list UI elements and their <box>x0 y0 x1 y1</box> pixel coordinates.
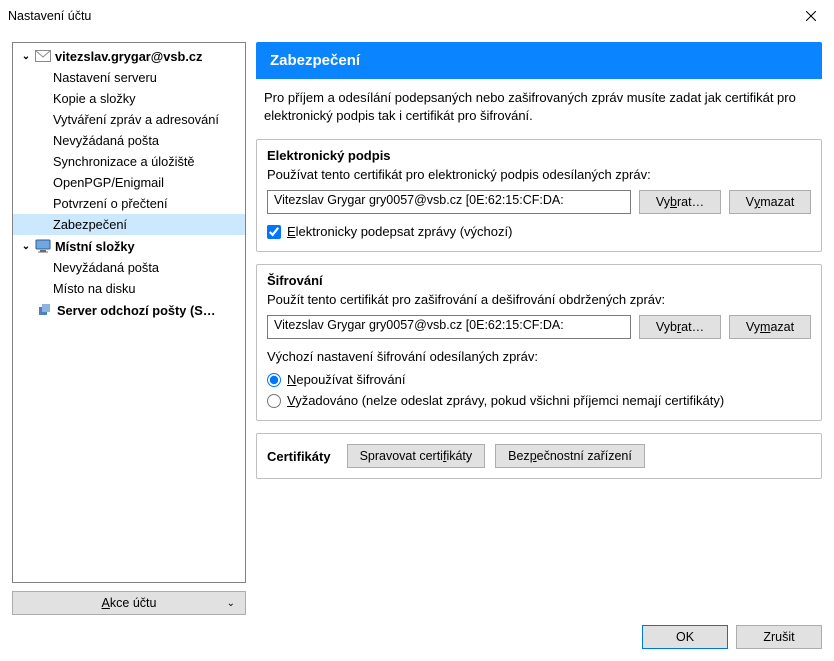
ok-button[interactable]: OK <box>642 625 728 649</box>
encryption-desc: Použít tento certifikát pro zašifrování … <box>267 292 811 307</box>
signing-default-checkbox[interactable] <box>267 225 281 239</box>
sidebar-item-security[interactable]: Zabezpečení <box>13 214 245 235</box>
outgoing-label: Server odchozí pošty (S… <box>57 303 216 318</box>
account-label: vitezslav.grygar@vsb.cz <box>55 49 202 64</box>
encryption-radio-none-row: Nepoužívat šifrování <box>267 372 811 387</box>
account-actions-label: Akce účtu <box>102 596 157 610</box>
account-node-vitezslav[interactable]: ⌄ vitezslav.grygar@vsb.cz <box>13 45 245 67</box>
sidebar-item-local-junk[interactable]: Nevyžádaná pošta <box>13 257 245 278</box>
encryption-radio-none-label: Nepoužívat šifrování <box>287 372 406 387</box>
dialog-footer: OK Zrušit <box>0 617 834 661</box>
signing-cert-field[interactable]: Vitezslav Grygar gry0057@vsb.cz [0E:62:1… <box>267 190 631 214</box>
close-button[interactable] <box>788 0 834 32</box>
sidebar-item-copies-folders[interactable]: Kopie a složky <box>13 88 245 109</box>
sidebar-item-receipts[interactable]: Potvrzení o přečtení <box>13 193 245 214</box>
twisty-icon: ⌄ <box>21 51 31 62</box>
signing-default-label: Elektronicky podepsat zprávy (výchozí) <box>287 224 512 239</box>
sidebar-item-openpgp[interactable]: OpenPGP/Enigmail <box>13 172 245 193</box>
encryption-heading: Šifrování <box>267 273 811 288</box>
account-node-local[interactable]: ⌄ Místní složky <box>13 235 245 257</box>
encryption-cert-field[interactable]: Vitezslav Grygar gry0057@vsb.cz [0E:62:1… <box>267 315 631 339</box>
signing-select-button[interactable]: Vybrat… <box>639 190 721 214</box>
encryption-group: Šifrování Použít tento certifikát pro za… <box>256 264 822 421</box>
signing-cert-row: Vitezslav Grygar gry0057@vsb.cz [0E:62:1… <box>267 190 811 214</box>
encryption-clear-button[interactable]: Vymazat <box>729 315 811 339</box>
encryption-default-label: Výchozí nastavení šifrování odesílaných … <box>267 349 811 364</box>
encryption-radio-required[interactable] <box>267 394 281 408</box>
encryption-cert-row: Vitezslav Grygar gry0057@vsb.cz [0E:62:1… <box>267 315 811 339</box>
main-panel: Zabezpečení Pro příjem a odesílání podep… <box>256 42 822 615</box>
sidebar: ⌄ vitezslav.grygar@vsb.cz Nastavení serv… <box>12 42 246 615</box>
manage-certificates-button[interactable]: Spravovat certifikáty <box>347 444 486 468</box>
smtp-icon <box>37 302 53 318</box>
signing-desc: Používat tento certifikát pro elektronic… <box>267 167 811 182</box>
panel-intro: Pro příjem a odesílání podepsaných nebo … <box>256 79 822 139</box>
signing-default-check-row: Elektronicky podepsat zprávy (výchozí) <box>267 224 811 239</box>
account-label: Místní složky <box>55 239 135 254</box>
security-devices-button[interactable]: Bezpečnostní zařízení <box>495 444 645 468</box>
account-actions-button[interactable]: Akce účtu ⌄ <box>12 591 246 615</box>
account-tree[interactable]: ⌄ vitezslav.grygar@vsb.cz Nastavení serv… <box>12 42 246 583</box>
sidebar-item-sync[interactable]: Synchronizace a úložiště <box>13 151 245 172</box>
title-bar: Nastavení účtu <box>0 0 834 32</box>
signing-clear-button[interactable]: Vymazat <box>729 190 811 214</box>
sidebar-item-compose[interactable]: Vytváření zpráv a adresování <box>13 109 245 130</box>
monitor-icon <box>35 238 51 254</box>
account-actions-bar: Akce účtu ⌄ <box>12 591 246 615</box>
encryption-radio-required-row: Vyžadováno (nelze odeslat zprávy, pokud … <box>267 393 811 408</box>
workarea: ⌄ vitezslav.grygar@vsb.cz Nastavení serv… <box>0 32 834 617</box>
encryption-radio-required-label: Vyžadováno (nelze odeslat zprávy, pokud … <box>287 393 724 408</box>
sidebar-item-junk[interactable]: Nevyžádaná pošta <box>13 130 245 151</box>
close-icon <box>806 11 816 21</box>
window-title: Nastavení účtu <box>8 9 788 23</box>
panel-banner: Zabezpečení <box>256 42 822 79</box>
cancel-button[interactable]: Zrušit <box>736 625 822 649</box>
envelope-icon <box>35 48 51 64</box>
sidebar-item-diskspace[interactable]: Místo na disku <box>13 278 245 299</box>
sidebar-item-server-settings[interactable]: Nastavení serveru <box>13 67 245 88</box>
encryption-select-button[interactable]: Vybrat… <box>639 315 721 339</box>
signing-heading: Elektronický podpis <box>267 148 811 163</box>
chevron-down-icon: ⌄ <box>227 598 235 609</box>
certificates-label: Certifikáty <box>267 449 331 464</box>
certificates-row: Certifikáty Spravovat certifikáty Bezpeč… <box>256 433 822 479</box>
account-node-outgoing[interactable]: Server odchozí pošty (S… <box>13 299 245 321</box>
twisty-icon: ⌄ <box>21 241 31 252</box>
encryption-radio-none[interactable] <box>267 373 281 387</box>
signing-group: Elektronický podpis Používat tento certi… <box>256 139 822 252</box>
